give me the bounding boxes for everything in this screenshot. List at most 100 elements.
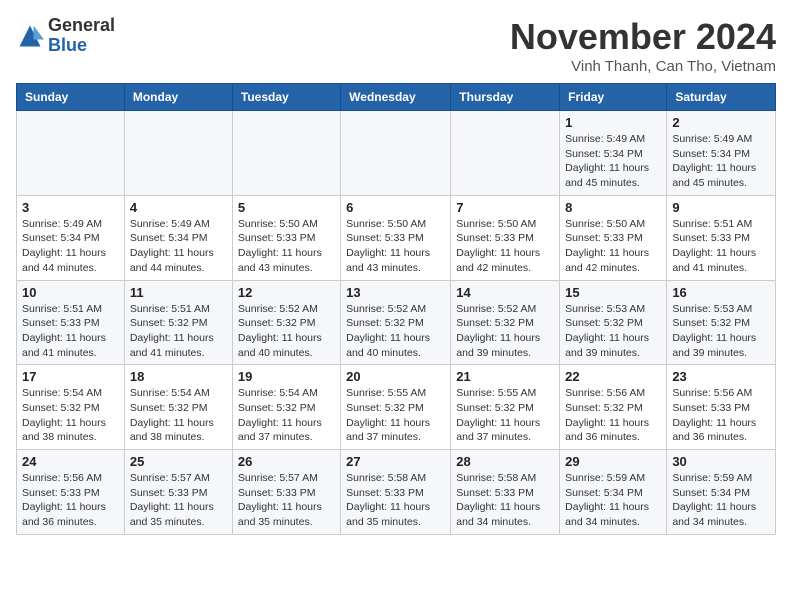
- weekday-header: Thursday: [451, 84, 560, 111]
- calendar-week-row: 1 Sunrise: 5:49 AM Sunset: 5:34 PM Daylig…: [17, 111, 776, 196]
- day-number: 28: [456, 454, 554, 469]
- day-info: Sunrise: 5:49 AM Sunset: 5:34 PM Dayligh…: [672, 132, 770, 191]
- logo-icon: [16, 22, 44, 50]
- day-number: 26: [238, 454, 335, 469]
- day-info: Sunrise: 5:55 AM Sunset: 5:32 PM Dayligh…: [346, 386, 445, 445]
- logo-text: General Blue: [48, 16, 115, 56]
- calendar-cell: 1Sunrise: 5:49 AM Sunset: 5:34 PM Daylig…: [560, 111, 667, 196]
- day-number: 5: [238, 200, 335, 215]
- calendar-cell: [124, 111, 232, 196]
- location: Vinh Thanh, Can Tho, Vietnam: [510, 58, 776, 75]
- calendar-cell: 20Sunrise: 5:55 AM Sunset: 5:32 PM Dayli…: [341, 365, 451, 450]
- calendar-cell: 12 Sunrise: 5:52 AM Sunset: 5:32 PM Dayli…: [232, 280, 340, 365]
- calendar-cell: 4 Sunrise: 5:49 AM Sunset: 5:34 PM Daylig…: [124, 195, 232, 280]
- day-number: 6: [346, 200, 445, 215]
- day-info: Sunrise: 5:57 AM Sunset: 5:33 PM Dayligh…: [238, 471, 335, 530]
- day-number: 17: [22, 369, 119, 384]
- weekday-header: Friday: [560, 84, 667, 111]
- calendar-cell: 18 Sunrise: 5:54 AM Sunset: 5:32 PM Dayli…: [124, 365, 232, 450]
- calendar-cell: 15 Sunrise: 5:53 AM Sunset: 5:32 PM Dayli…: [560, 280, 667, 365]
- calendar-cell: 23Sunrise: 5:56 AM Sunset: 5:33 PM Dayli…: [667, 365, 776, 450]
- calendar-cell: 19 Sunrise: 5:54 AM Sunset: 5:32 PM Dayli…: [232, 365, 340, 450]
- logo: General Blue: [16, 16, 115, 56]
- weekday-header: Sunday: [17, 84, 125, 111]
- calendar-cell: [451, 111, 560, 196]
- calendar-cell: 5Sunrise: 5:50 AM Sunset: 5:33 PM Daylig…: [232, 195, 340, 280]
- day-number: 18: [130, 369, 227, 384]
- weekday-row: SundayMondayTuesdayWednesdayThursdayFrid…: [17, 84, 776, 111]
- title-block: November 2024 Vinh Thanh, Can Tho, Vietn…: [510, 16, 776, 75]
- calendar-table: SundayMondayTuesdayWednesdayThursdayFrid…: [16, 83, 776, 535]
- weekday-header: Wednesday: [341, 84, 451, 111]
- day-number: 30: [672, 454, 770, 469]
- calendar-cell: 13Sunrise: 5:52 AM Sunset: 5:32 PM Dayli…: [341, 280, 451, 365]
- day-info: Sunrise: 5:51 AM Sunset: 5:33 PM Dayligh…: [22, 302, 119, 361]
- day-number: 25: [130, 454, 227, 469]
- calendar-cell: 3 Sunrise: 5:49 AM Sunset: 5:34 PM Daylig…: [17, 195, 125, 280]
- day-info: Sunrise: 5:53 AM Sunset: 5:32 PM Dayligh…: [672, 302, 770, 361]
- calendar-cell: 9 Sunrise: 5:51 AM Sunset: 5:33 PM Daylig…: [667, 195, 776, 280]
- day-info: Sunrise: 5:49 AM Sunset: 5:34 PM Dayligh…: [130, 217, 227, 276]
- day-info: Sunrise: 5:50 AM Sunset: 5:33 PM Dayligh…: [565, 217, 661, 276]
- calendar-cell: 25 Sunrise: 5:57 AM Sunset: 5:33 PM Dayli…: [124, 450, 232, 535]
- day-info: Sunrise: 5:59 AM Sunset: 5:34 PM Dayligh…: [565, 471, 661, 530]
- calendar-cell: 21Sunrise: 5:55 AM Sunset: 5:32 PM Dayli…: [451, 365, 560, 450]
- day-info: Sunrise: 5:50 AM Sunset: 5:33 PM Dayligh…: [346, 217, 445, 276]
- calendar-cell: 14 Sunrise: 5:52 AM Sunset: 5:32 PM Dayli…: [451, 280, 560, 365]
- calendar-cell: 26 Sunrise: 5:57 AM Sunset: 5:33 PM Dayli…: [232, 450, 340, 535]
- day-info: Sunrise: 5:54 AM Sunset: 5:32 PM Dayligh…: [22, 386, 119, 445]
- day-number: 29: [565, 454, 661, 469]
- weekday-header: Monday: [124, 84, 232, 111]
- day-info: Sunrise: 5:57 AM Sunset: 5:33 PM Dayligh…: [130, 471, 227, 530]
- day-number: 27: [346, 454, 445, 469]
- day-info: Sunrise: 5:54 AM Sunset: 5:32 PM Dayligh…: [130, 386, 227, 445]
- calendar-cell: 29 Sunrise: 5:59 AM Sunset: 5:34 PM Dayli…: [560, 450, 667, 535]
- day-info: Sunrise: 5:51 AM Sunset: 5:33 PM Dayligh…: [672, 217, 770, 276]
- day-info: Sunrise: 5:56 AM Sunset: 5:33 PM Dayligh…: [672, 386, 770, 445]
- day-number: 2: [672, 115, 770, 130]
- calendar-cell: 16 Sunrise: 5:53 AM Sunset: 5:32 PM Dayli…: [667, 280, 776, 365]
- calendar-cell: 6 Sunrise: 5:50 AM Sunset: 5:33 PM Daylig…: [341, 195, 451, 280]
- day-number: 19: [238, 369, 335, 384]
- day-number: 7: [456, 200, 554, 215]
- day-number: 15: [565, 285, 661, 300]
- weekday-header: Saturday: [667, 84, 776, 111]
- day-number: 3: [22, 200, 119, 215]
- calendar-cell: 17 Sunrise: 5:54 AM Sunset: 5:32 PM Dayli…: [17, 365, 125, 450]
- day-number: 4: [130, 200, 227, 215]
- day-info: Sunrise: 5:54 AM Sunset: 5:32 PM Dayligh…: [238, 386, 335, 445]
- calendar-cell: 24Sunrise: 5:56 AM Sunset: 5:33 PM Dayli…: [17, 450, 125, 535]
- day-number: 21: [456, 369, 554, 384]
- day-number: 9: [672, 200, 770, 215]
- day-info: Sunrise: 5:51 AM Sunset: 5:32 PM Dayligh…: [130, 302, 227, 361]
- calendar-cell: 28 Sunrise: 5:58 AM Sunset: 5:33 PM Dayli…: [451, 450, 560, 535]
- calendar-cell: 7 Sunrise: 5:50 AM Sunset: 5:33 PM Daylig…: [451, 195, 560, 280]
- day-info: Sunrise: 5:49 AM Sunset: 5:34 PM Dayligh…: [22, 217, 119, 276]
- calendar-week-row: 3 Sunrise: 5:49 AM Sunset: 5:34 PM Daylig…: [17, 195, 776, 280]
- calendar-week-row: 24Sunrise: 5:56 AM Sunset: 5:33 PM Dayli…: [17, 450, 776, 535]
- calendar-cell: 2 Sunrise: 5:49 AM Sunset: 5:34 PM Daylig…: [667, 111, 776, 196]
- day-number: 14: [456, 285, 554, 300]
- calendar-cell: [17, 111, 125, 196]
- calendar-body: 1 Sunrise: 5:49 AM Sunset: 5:34 PM Daylig…: [17, 111, 776, 535]
- day-info: Sunrise: 5:58 AM Sunset: 5:33 PM Dayligh…: [456, 471, 554, 530]
- day-number: 22: [565, 369, 661, 384]
- day-info: Sunrise: 5:56 AM Sunset: 5:32 PM Dayligh…: [565, 386, 661, 445]
- day-number: 12: [238, 285, 335, 300]
- day-number: 16: [672, 285, 770, 300]
- calendar-cell: 11Sunrise: 5:51 AM Sunset: 5:32 PM Dayli…: [124, 280, 232, 365]
- day-number: 1: [565, 115, 661, 130]
- day-info: Sunrise: 5:50 AM Sunset: 5:33 PM Dayligh…: [456, 217, 554, 276]
- calendar-week-row: 10Sunrise: 5:51 AM Sunset: 5:33 PM Dayli…: [17, 280, 776, 365]
- calendar-cell: 27Sunrise: 5:58 AM Sunset: 5:33 PM Dayli…: [341, 450, 451, 535]
- page-header: General Blue November 2024 Vinh Thanh, C…: [16, 16, 776, 75]
- day-info: Sunrise: 5:52 AM Sunset: 5:32 PM Dayligh…: [456, 302, 554, 361]
- day-info: Sunrise: 5:52 AM Sunset: 5:32 PM Dayligh…: [238, 302, 335, 361]
- day-info: Sunrise: 5:52 AM Sunset: 5:32 PM Dayligh…: [346, 302, 445, 361]
- calendar-cell: [341, 111, 451, 196]
- calendar-header: SundayMondayTuesdayWednesdayThursdayFrid…: [17, 84, 776, 111]
- day-number: 8: [565, 200, 661, 215]
- day-info: Sunrise: 5:53 AM Sunset: 5:32 PM Dayligh…: [565, 302, 661, 361]
- calendar-cell: 22 Sunrise: 5:56 AM Sunset: 5:32 PM Dayli…: [560, 365, 667, 450]
- calendar-cell: 10Sunrise: 5:51 AM Sunset: 5:33 PM Dayli…: [17, 280, 125, 365]
